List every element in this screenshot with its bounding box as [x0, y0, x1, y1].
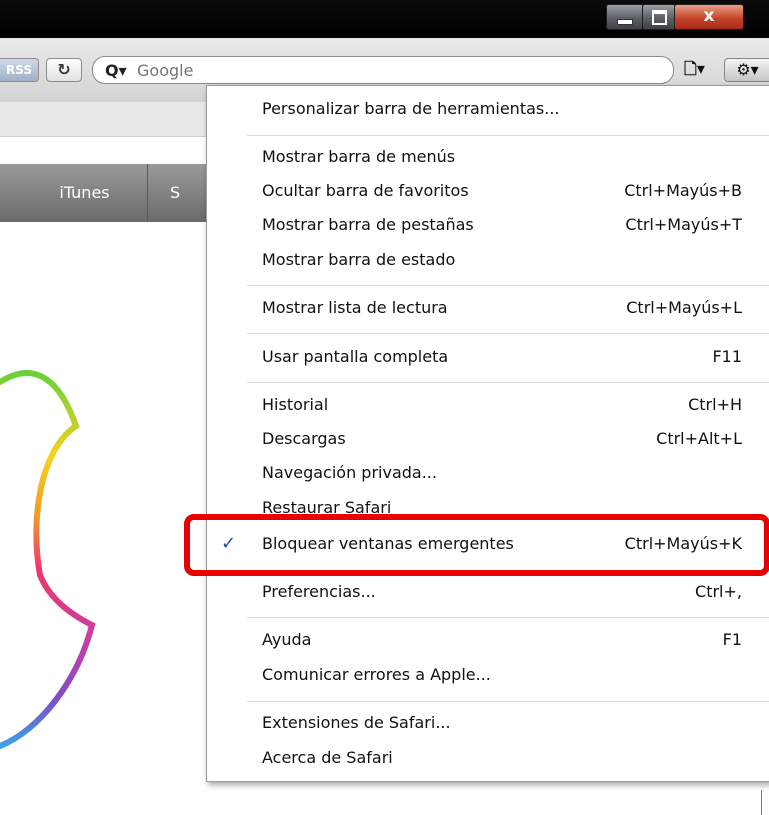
menu-item-history[interactable]: Historial Ctrl+H — [207, 389, 769, 424]
window-titlebar: x — [0, 0, 769, 38]
reload-icon: ↻ — [57, 60, 71, 79]
menu-item-downloads[interactable]: Descargas Ctrl+Alt+L — [207, 423, 769, 458]
menu-item-safari-extensions[interactable]: Extensiones de Safari... — [207, 707, 769, 742]
page-menu-button[interactable]: 🗋▾ — [684, 58, 714, 80]
menu-item-private-browsing[interactable]: Navegación privada... — [207, 457, 769, 492]
reload-button[interactable]: ↻ — [46, 58, 82, 82]
menu-separator — [247, 135, 769, 136]
menu-item-report-bugs[interactable]: Comunicar errores a Apple... — [207, 659, 769, 694]
maximize-button[interactable] — [642, 4, 676, 30]
menu-item-show-status-bar[interactable]: Mostrar barra de estado — [207, 244, 769, 279]
menu-item-help[interactable]: Ayuda F1 — [207, 624, 769, 659]
menu-item-block-popups[interactable]: ✓ Bloquear ventanas emergentes Ctrl+Mayú… — [207, 528, 769, 563]
search-icon[interactable]: Q▾ — [105, 61, 127, 80]
gear-icon: ⚙▾ — [736, 60, 759, 79]
menu-item-show-reading-list[interactable]: Mostrar lista de lectura Ctrl+Mayús+L — [207, 292, 769, 327]
menu-item-reset-safari[interactable]: Restaurar Safari — [207, 488, 769, 518]
menu-item-customize-toolbar[interactable]: Personalizar barra de herramientas... — [207, 93, 769, 128]
menu-item-hide-favorites-bar[interactable]: Ocultar barra de favoritos Ctrl+Mayús+B — [207, 175, 769, 210]
apple-logo-icon — [0, 370, 96, 749]
minimize-button[interactable] — [606, 4, 644, 30]
nav-item-partial[interactable]: S — [170, 164, 210, 222]
search-input[interactable] — [137, 60, 657, 80]
page-menu-icon: 🗋▾ — [684, 59, 705, 78]
menu-item-show-menu-bar[interactable]: Mostrar barra de menús — [207, 141, 769, 176]
close-icon: x — [703, 6, 715, 26]
menu-item-about-safari[interactable]: Acerca de Safari — [207, 742, 769, 777]
maximize-icon — [652, 10, 667, 25]
menu-separator — [247, 701, 769, 702]
checkmark-icon: ✓ — [221, 533, 237, 554]
menu-separator — [247, 382, 769, 383]
minimize-icon — [617, 19, 633, 25]
menu-separator — [247, 333, 769, 334]
menu-separator — [247, 285, 769, 286]
rss-button[interactable]: RSS — [0, 58, 39, 82]
bookmarks-bar — [0, 102, 210, 137]
settings-dropdown-menu: Personalizar barra de herramientas... Mo… — [206, 85, 769, 782]
close-button[interactable]: x — [674, 4, 744, 30]
site-nav-bar: iTunes S — [0, 164, 210, 222]
search-field[interactable]: Q▾ — [92, 56, 674, 84]
settings-menu-button[interactable]: ⚙▾ — [724, 58, 769, 82]
nav-item-itunes[interactable]: iTunes — [22, 164, 148, 222]
menu-item-preferences[interactable]: Preferencias... Ctrl+, — [207, 576, 769, 611]
menu-item-full-screen[interactable]: Usar pantalla completa F11 — [207, 341, 769, 376]
menu-item-show-tab-bar[interactable]: Mostrar barra de pestañas Ctrl+Mayús+T — [207, 209, 769, 244]
menu-separator — [247, 617, 769, 618]
page-edge — [761, 790, 762, 815]
